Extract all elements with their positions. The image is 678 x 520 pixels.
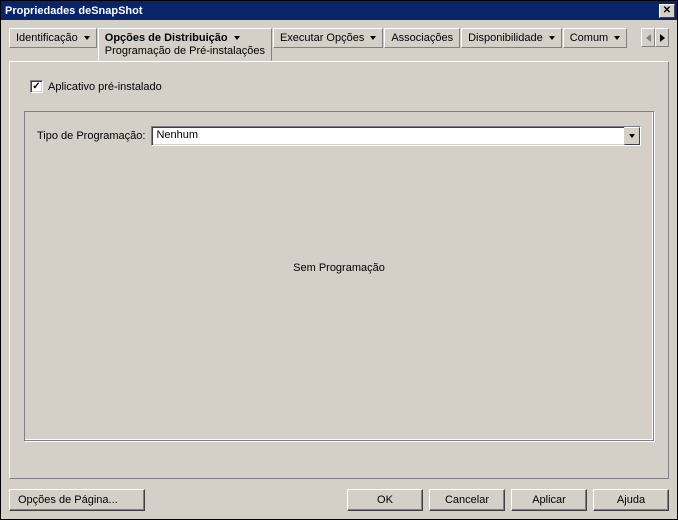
chevron-down-icon	[370, 36, 376, 40]
close-button[interactable]: ✕	[659, 4, 675, 18]
tab-scroll-right[interactable]	[655, 28, 669, 47]
preinstall-checkbox-row: ✓ Aplicativo pré-instalado	[30, 80, 654, 93]
combo-drop-button[interactable]	[624, 127, 640, 145]
tab-sublabel: Programação de Pré-instalações	[105, 45, 265, 57]
ok-button[interactable]: OK	[347, 489, 423, 511]
button-label: Opções de Página...	[18, 494, 118, 506]
chevron-left-icon	[646, 34, 651, 42]
tab-label: Identificação	[16, 32, 78, 44]
tab-associacoes[interactable]: Associações	[384, 28, 460, 48]
page-options-button[interactable]: Opções de Página...	[9, 489, 145, 511]
schedule-type-row: Tipo de Programação: Nenhum	[37, 126, 641, 146]
cancel-button[interactable]: Cancelar	[429, 489, 505, 511]
chevron-down-icon	[629, 134, 635, 138]
preinstall-checkbox-label: Aplicativo pré-instalado	[48, 81, 162, 93]
tab-disponibilidade[interactable]: Disponibilidade	[461, 28, 562, 48]
tab-label: Opções de Distribuição	[105, 32, 228, 44]
dialog-footer: Opções de Página... OK Cancelar Aplicar …	[1, 485, 677, 519]
close-icon: ✕	[663, 6, 671, 16]
tab-scroll-nav	[641, 28, 669, 47]
chevron-down-icon	[549, 36, 555, 40]
schedule-type-label: Tipo de Programação:	[37, 130, 145, 142]
tab-label: Associações	[391, 32, 453, 44]
tab-scroll-left[interactable]	[641, 28, 655, 47]
tab-identificacao[interactable]: Identificação	[9, 28, 97, 48]
chevron-down-icon	[234, 36, 240, 40]
help-button[interactable]: Ajuda	[593, 489, 669, 511]
schedule-type-combo[interactable]: Nenhum	[151, 126, 641, 146]
chevron-right-icon	[660, 34, 665, 42]
tab-label: Executar Opções	[280, 32, 364, 44]
tab-comum[interactable]: Comum	[563, 28, 628, 48]
chevron-down-icon	[614, 36, 620, 40]
schedule-empty-text: Sem Programação	[25, 262, 653, 274]
chevron-down-icon	[84, 36, 90, 40]
tab-label: Disponibilidade	[468, 32, 543, 44]
schedule-type-value: Nenhum	[152, 127, 624, 145]
button-label: OK	[377, 494, 393, 506]
tab-opcoes-distribuicao[interactable]: Opções de Distribuição Programação de Pr…	[98, 28, 272, 61]
button-label: Cancelar	[445, 494, 489, 506]
tab-executar-opcoes[interactable]: Executar Opções	[273, 28, 383, 48]
titlebar: Propriedades deSnapShot ✕	[1, 1, 677, 20]
window-title: Propriedades deSnapShot	[5, 5, 143, 17]
preinstall-checkbox[interactable]: ✓	[30, 80, 43, 93]
apply-button[interactable]: Aplicar	[511, 489, 587, 511]
check-icon: ✓	[32, 82, 40, 92]
tabstrip: Identificação Opções de Distribuição Pro…	[1, 20, 677, 61]
tab-panel: ✓ Aplicativo pré-instalado Tipo de Progr…	[9, 61, 669, 479]
properties-dialog: Propriedades deSnapShot ✕ Identificação …	[0, 0, 678, 520]
button-label: Aplicar	[532, 494, 566, 506]
schedule-group: Tipo de Programação: Nenhum Sem Programa…	[24, 111, 654, 441]
button-label: Ajuda	[617, 494, 645, 506]
tab-label: Comum	[570, 32, 609, 44]
